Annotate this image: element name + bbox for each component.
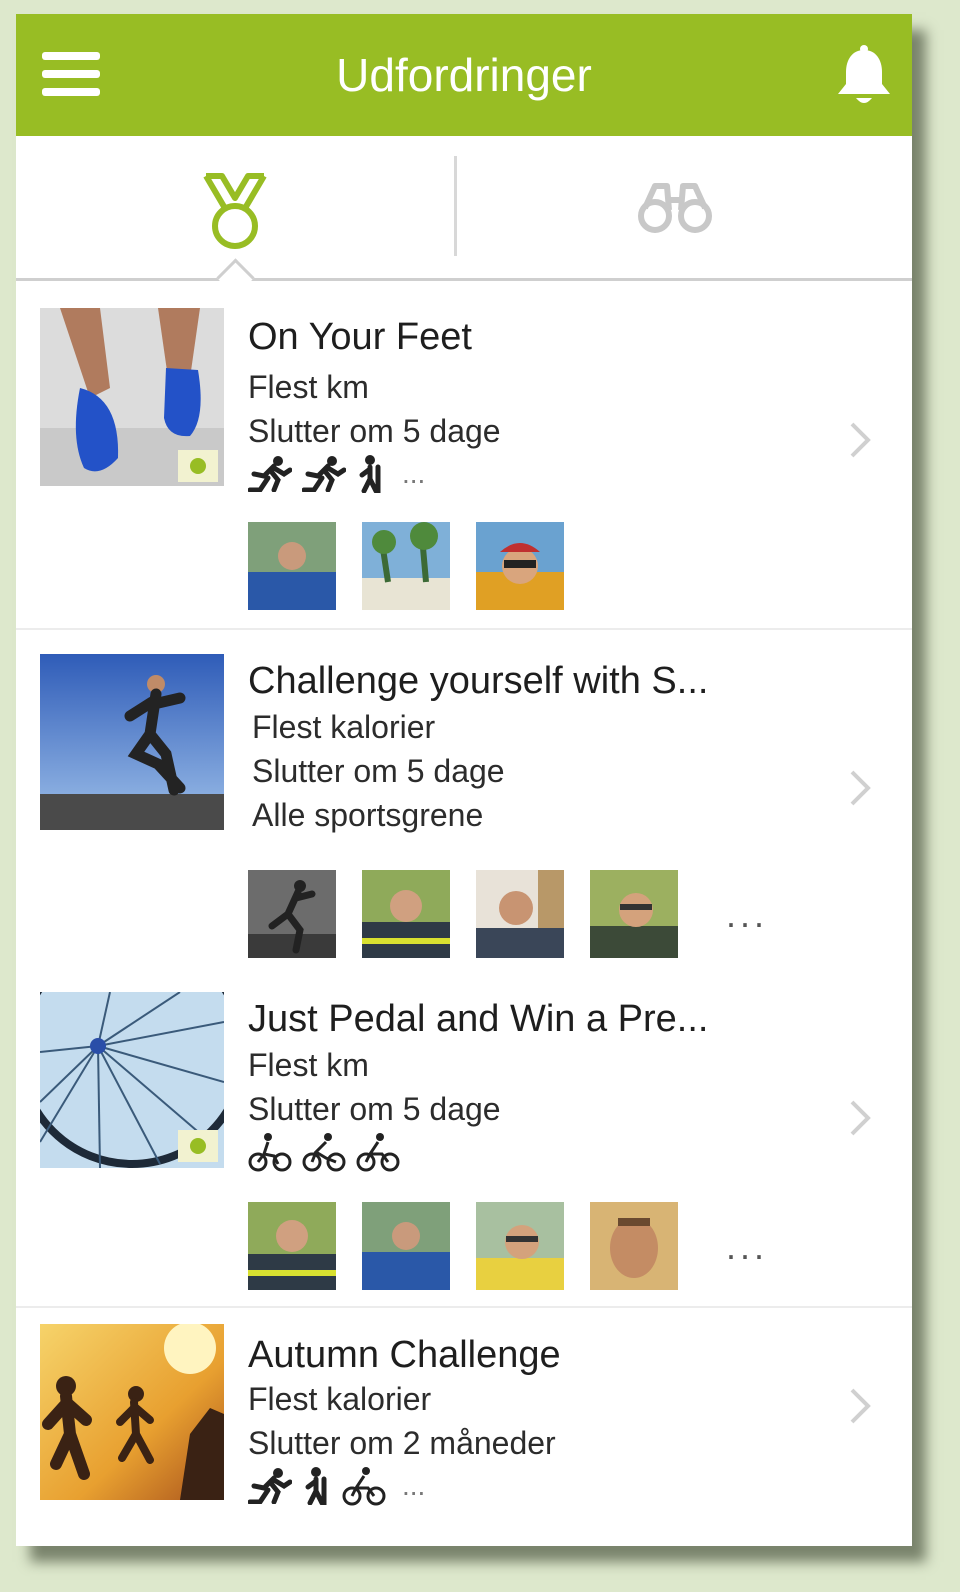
avatar[interactable]	[476, 870, 564, 958]
challenge-metric: Flest kalorier	[252, 709, 436, 745]
avatar[interactable]	[248, 522, 336, 610]
running-icon	[302, 456, 346, 492]
challenge-title: Challenge yourself with S...	[248, 660, 709, 702]
avatar[interactable]	[248, 1202, 336, 1290]
challenge-end-date: Slutter om 2 måneder	[248, 1425, 556, 1461]
hiking-icon	[305, 1467, 327, 1505]
sport-label: Alle sportsgrene	[252, 797, 484, 833]
chevron-right-icon	[850, 1388, 871, 1424]
tab-bar	[16, 136, 912, 297]
avatar[interactable]	[590, 870, 678, 958]
more-sports: ...	[402, 1470, 426, 1501]
hiking-icon	[359, 455, 381, 493]
row-divider	[16, 1306, 912, 1308]
challenge-thumbnail	[40, 654, 224, 830]
challenge-list: On Your Feet Flest km Slutter om 5 dage …	[16, 286, 912, 1546]
avatar[interactable]	[362, 522, 450, 610]
row-divider	[16, 628, 912, 630]
avatar[interactable]	[590, 1202, 678, 1290]
tab-underline	[16, 278, 912, 281]
bell-icon[interactable]	[834, 44, 894, 108]
avatar[interactable]	[476, 1202, 564, 1290]
sport-icons	[248, 1132, 400, 1172]
cycling-icon	[302, 1133, 346, 1172]
challenge-item-autumn-challenge[interactable]: Autumn Challenge Flest kalorier Slutter …	[16, 1310, 912, 1546]
avatar[interactable]	[362, 1202, 450, 1290]
more-participants[interactable]: ...	[726, 894, 768, 936]
avatar[interactable]	[476, 522, 564, 610]
avatar[interactable]	[248, 870, 336, 958]
cycling-icon	[356, 1133, 400, 1172]
more-participants[interactable]: ...	[726, 1226, 768, 1268]
chevron-right-icon	[850, 422, 871, 458]
running-icon	[248, 1468, 292, 1504]
sport-icons: ...	[248, 454, 425, 494]
challenge-thumbnail	[40, 992, 224, 1168]
challenge-item-on-your-feet[interactable]: On Your Feet Flest km Slutter om 5 dage …	[16, 286, 912, 632]
chevron-right-icon	[850, 1100, 871, 1136]
binoculars-icon	[638, 183, 712, 233]
running-icon	[248, 456, 292, 492]
challenge-end-date: Slutter om 5 dage	[248, 1091, 501, 1127]
challenge-metric: Flest km	[248, 369, 369, 405]
cycling-icon	[248, 1133, 292, 1172]
challenge-end-date: Slutter om 5 dage	[248, 413, 501, 449]
challenge-title: Just Pedal and Win a Pre...	[248, 998, 709, 1040]
challenge-thumbnail	[40, 308, 224, 486]
more-sports: ...	[402, 458, 426, 489]
medal-icon	[203, 173, 267, 249]
tab-explore[interactable]	[457, 136, 912, 280]
challenge-item-just-pedal[interactable]: Just Pedal and Win a Pre... Flest km Slu…	[16, 972, 912, 1310]
challenge-item-challenge-yourself[interactable]: Challenge yourself with S... Flest kalor…	[16, 632, 912, 972]
chevron-right-icon	[850, 770, 871, 806]
challenge-metric: Flest km	[248, 1047, 369, 1083]
challenge-thumbnail	[40, 1324, 224, 1500]
app-header: Udfordringer	[16, 14, 912, 136]
page-title: Udfordringer	[336, 49, 592, 101]
challenge-title: Autumn Challenge	[248, 1334, 561, 1376]
sport-icons: ...	[248, 1466, 425, 1506]
challenge-metric: Flest kalorier	[248, 1381, 432, 1417]
hamburger-menu-icon[interactable]	[42, 52, 104, 100]
avatar[interactable]	[362, 870, 450, 958]
challenge-title: On Your Feet	[248, 316, 472, 358]
cycling-icon	[342, 1467, 386, 1506]
challenge-end-date: Slutter om 5 dage	[252, 753, 505, 789]
app-screen: Udfordringer On Your Feet Flest km Slutt…	[16, 14, 912, 1546]
